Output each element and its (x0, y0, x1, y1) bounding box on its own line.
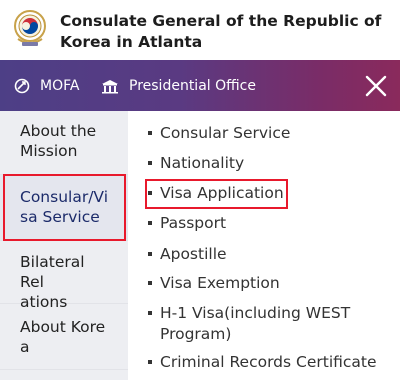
submenu-item-visa-application[interactable]: Visa Application (148, 183, 284, 204)
bullet-icon (148, 191, 152, 195)
submenu-item-criminal-records-certificate[interactable]: Criminal Records Certificate (148, 352, 377, 373)
top-navbar: MOFA Presidential Office (0, 60, 400, 111)
submenu-item-label: Visa Application (160, 184, 284, 202)
submenu-item-label: Visa Exemption (160, 274, 280, 292)
mofa-label: MOFA (40, 77, 80, 94)
bullet-icon (148, 131, 152, 135)
menu-item-consular-visa-service[interactable]: Consular/Vi sa Service (0, 175, 128, 241)
submenu-item-nationality[interactable]: Nationality (148, 153, 244, 174)
menu-item-about-korea[interactable]: About Kore a (0, 304, 128, 370)
menu-item-label: Consular/Vi (20, 188, 108, 206)
bullet-icon (148, 311, 152, 315)
page-title[interactable]: Consulate General of the Republic of Kor… (60, 11, 396, 53)
submenu-item-label: Nationality (160, 154, 245, 172)
bullet-icon (148, 221, 152, 225)
submenu-item-label: Consular Service (160, 124, 291, 142)
mofa-link[interactable]: MOFA (14, 60, 79, 111)
menu-item-bilateral-relations[interactable]: Bilateral Rel ations (0, 241, 128, 311)
menu-item-label: a (20, 338, 30, 356)
presidential-office-link[interactable]: Presidential Office (101, 60, 256, 111)
submenu-item-apostille[interactable]: Apostille (148, 244, 227, 265)
submenu-item-h1-visa[interactable]: H-1 Visa(including WEST Program) (148, 303, 350, 345)
korea-emblem-icon[interactable] (13, 9, 47, 49)
submenu-item-visa-exemption[interactable]: Visa Exemption (148, 273, 280, 294)
submenu-item-label: Passport (160, 214, 227, 232)
bullet-icon (148, 161, 152, 165)
submenu-item-passport[interactable]: Passport (148, 213, 226, 234)
presidential-office-label: Presidential Office (129, 77, 256, 94)
close-icon[interactable] (364, 74, 388, 98)
submenu-item-label: Apostille (160, 245, 227, 263)
bullet-icon (148, 281, 152, 285)
menu-item-label: Mission (20, 142, 78, 160)
submenu-item-label: Criminal Records Certificate (160, 353, 377, 371)
submenu-item-label-line2: Program) (160, 325, 232, 343)
mofa-logo-icon (14, 78, 30, 93)
menu-item-label: About Kore (20, 318, 106, 336)
submenu-item-consular-service[interactable]: Consular Service (148, 123, 290, 144)
bullet-icon (148, 360, 152, 364)
submenu-item-label: H-1 Visa(including WEST (160, 304, 351, 322)
presidential-office-icon (102, 79, 118, 93)
menu-item-label: sa Service (20, 208, 100, 226)
menu-item-label: About the (20, 122, 97, 140)
site-header: Consulate General of the Republic of Kor… (0, 0, 400, 60)
bullet-icon (148, 252, 152, 256)
menu-item-about-the-mission[interactable]: About the Mission (0, 111, 128, 175)
menu-item-label: Bilateral Rel (20, 253, 85, 291)
